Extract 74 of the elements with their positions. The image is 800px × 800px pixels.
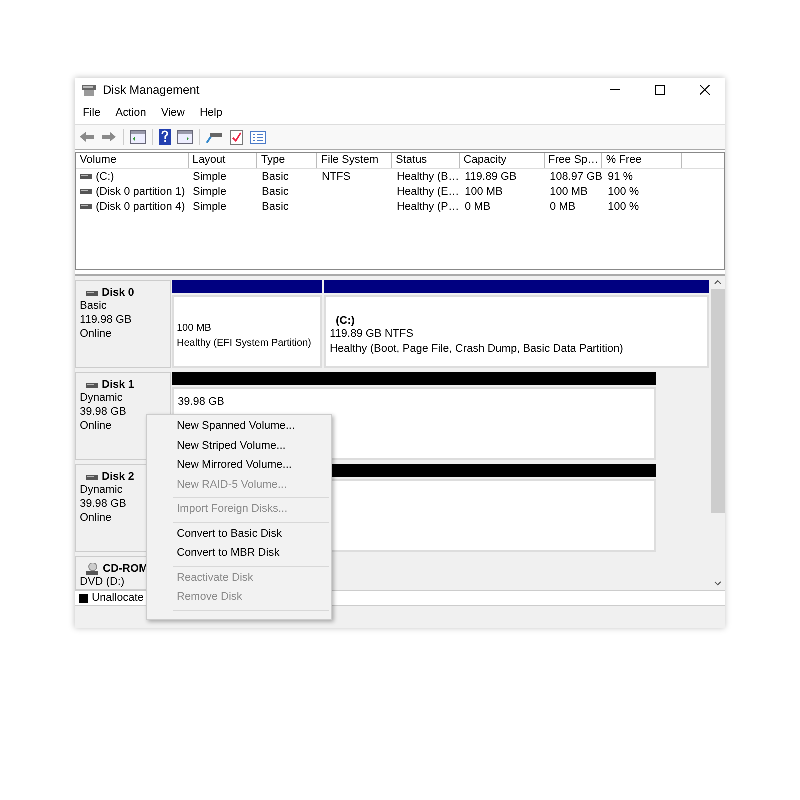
- table-cell: Basic: [262, 200, 289, 212]
- table-cell: 100 MB: [465, 186, 503, 198]
- table-cell: Simple: [193, 170, 227, 182]
- disk-size: 39.98 GB: [80, 497, 128, 511]
- partition-info: Healthy (EFI System Partition): [177, 336, 312, 350]
- help-icon[interactable]: [159, 129, 171, 145]
- disk-type: Basic: [80, 299, 108, 313]
- window-title: Disk Management: [103, 83, 200, 97]
- disk-type: DVD (D:): [80, 575, 126, 589]
- scroll-up-icon[interactable]: [714, 280, 722, 285]
- partition-info: Healthy (Boot, Page File, Crash Dump, Basic Data Partition): [330, 342, 624, 356]
- column-header[interactable]: Free Sp…: [544, 153, 602, 168]
- disk-drive-icon: [81, 83, 97, 97]
- table-cell: 100 %: [608, 200, 640, 212]
- disk-name: Disk 0: [102, 287, 134, 299]
- disk-status: Online: [80, 419, 113, 433]
- menu-item[interactable]: View: [161, 107, 185, 119]
- maximize-icon[interactable]: [655, 85, 665, 95]
- column-header[interactable]: Layout: [188, 153, 258, 168]
- table-cell: (Disk 0 partition 1): [96, 186, 186, 198]
- table-cell: Healthy (E…: [397, 186, 460, 198]
- disk-name: Disk 1: [102, 379, 134, 391]
- table-cell: NTFS: [322, 170, 351, 182]
- table-cell: Basic: [262, 186, 289, 198]
- table-cell: (C:): [96, 170, 114, 182]
- console-tree-icon[interactable]: [130, 130, 146, 144]
- cd-drive-icon: [86, 563, 99, 575]
- checklist-icon[interactable]: [230, 129, 244, 145]
- disk-label-panel[interactable]: Disk 0 Basic 119.98 GB Online: [75, 280, 171, 368]
- disk-size: 39.98 GB: [80, 405, 128, 419]
- menu-item[interactable]: Help: [200, 107, 223, 119]
- partition-info: 39.98 GB: [178, 395, 226, 410]
- column-header[interactable]: Capacity: [460, 153, 545, 168]
- table-cell: Healthy (P…: [397, 200, 460, 212]
- table-cell: 0 MB: [550, 200, 576, 212]
- disk-type: Dynamic: [80, 483, 124, 497]
- table-cell: Simple: [193, 200, 227, 212]
- table-cell: 108.97 GB: [550, 170, 603, 182]
- menu-item[interactable]: File: [83, 107, 101, 119]
- column-header[interactable]: File System: [317, 153, 392, 168]
- partition-info: 100 MB: [177, 322, 212, 336]
- disk-size: 119.98 GB: [80, 313, 133, 327]
- table-cell: 119.89 GB: [465, 170, 517, 182]
- disk-type: Dynamic: [80, 391, 124, 405]
- legend-label: Unallocate: [92, 592, 144, 604]
- table-cell: Simple: [193, 186, 227, 198]
- volume-icon: [80, 204, 92, 209]
- back-arrow-icon[interactable]: [79, 131, 95, 143]
- scroll-down-icon[interactable]: [714, 581, 722, 586]
- table-cell: 100 MB: [550, 186, 588, 198]
- table-cell: 0 MB: [465, 200, 491, 212]
- table-cell: 100 %: [608, 186, 640, 198]
- volume-icon: [80, 174, 92, 179]
- scroll-thumb[interactable]: [711, 289, 725, 513]
- disk-name: Disk 2: [102, 471, 134, 483]
- connect-icon[interactable]: [206, 130, 224, 144]
- table-cell: Basic: [262, 170, 289, 182]
- column-header[interactable]: Status: [392, 153, 460, 168]
- partition-info: 119.89 GB NTFS: [330, 326, 415, 342]
- column-header[interactable]: Type: [257, 153, 318, 168]
- table-cell: Healthy (B…: [397, 170, 460, 182]
- table-cell: (Disk 0 partition 4): [96, 200, 186, 212]
- forward-arrow-icon[interactable]: [101, 131, 117, 143]
- disk-status: Online: [80, 327, 113, 341]
- partition-title: (C:): [335, 314, 356, 326]
- table-cell: 91 %: [608, 170, 634, 182]
- column-header[interactable]: Volume: [76, 153, 189, 168]
- column-header[interactable]: % Free: [602, 153, 682, 168]
- action-pane-icon[interactable]: [177, 130, 193, 144]
- close-icon[interactable]: [700, 85, 710, 95]
- disk-status: Online: [80, 511, 113, 525]
- volume-icon: [80, 189, 92, 194]
- menu-item[interactable]: Action: [116, 107, 146, 119]
- list-icon[interactable]: [250, 130, 266, 144]
